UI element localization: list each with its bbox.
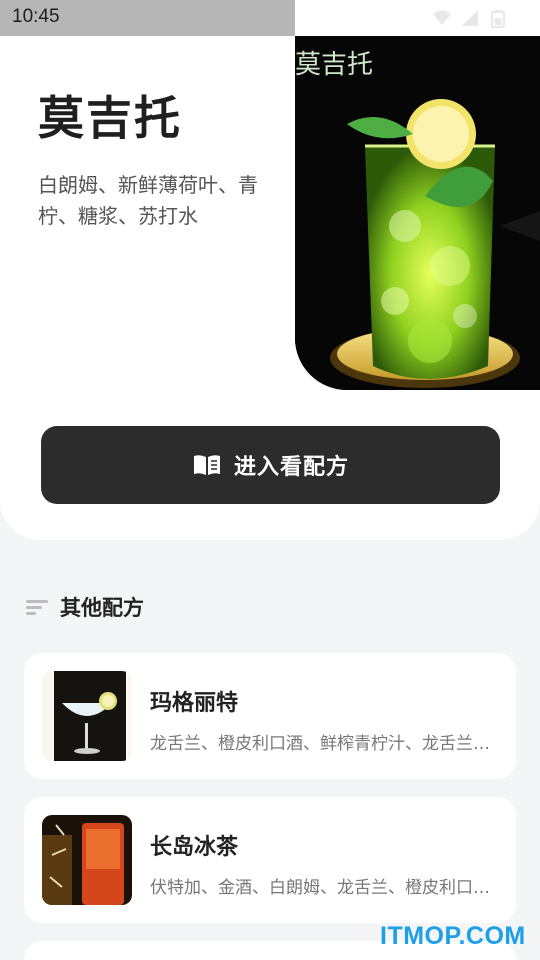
book-icon	[193, 455, 220, 475]
drink-name: 莫吉托	[38, 91, 182, 145]
sort-lines-icon	[26, 600, 48, 615]
drink-ingredients: 白朗姆、新鲜薄荷叶、青柠、糖浆、苏打水	[38, 173, 258, 228]
recipe-thumbnail	[42, 671, 132, 761]
view-recipe-label: 进入看配方	[233, 455, 349, 480]
site-watermark: ITMOP.COM	[380, 922, 526, 950]
recipe-ingredients: 龙舌兰、橙皮利口酒、鲜榨青柠汁、龙舌兰糖浆、盐	[150, 734, 490, 754]
drink-photo: 莫吉托	[295, 36, 540, 390]
recipe-name: 长岛冰茶	[150, 835, 239, 860]
hero-card: 莫吉托 白朗姆、新鲜薄荷叶、青柠、糖浆、苏打水 莫吉托 进入看配方	[0, 0, 540, 540]
recipe-thumbnail	[42, 815, 132, 905]
view-recipe-button[interactable]: 进入看配方	[41, 426, 500, 504]
status-bar: 10:45	[0, 0, 295, 36]
status-bar-icons	[295, 0, 540, 36]
wifi-icon	[433, 10, 451, 25]
recipe-card-long-island[interactable]: 长岛冰茶 伏特加、金酒、白朗姆、龙舌兰、橙皮利口酒、柠檬汁、可乐	[24, 797, 516, 923]
battery-icon	[491, 10, 505, 28]
signal-icon	[462, 10, 478, 26]
recipe-ingredients: 伏特加、金酒、白朗姆、龙舌兰、橙皮利口酒、柠檬汁、可乐	[150, 878, 490, 898]
photo-caption: 莫吉托	[295, 50, 374, 80]
status-time: 10:45	[12, 6, 60, 27]
recipe-name: 玛格丽特	[150, 691, 239, 716]
other-recipes-header: 其他配方	[26, 592, 144, 622]
section-title: 其他配方	[60, 596, 144, 620]
recipe-card-margarita[interactable]: 玛格丽特 龙舌兰、橙皮利口酒、鲜榨青柠汁、龙舌兰糖浆、盐	[24, 653, 516, 779]
mojito-illustration	[295, 36, 540, 390]
